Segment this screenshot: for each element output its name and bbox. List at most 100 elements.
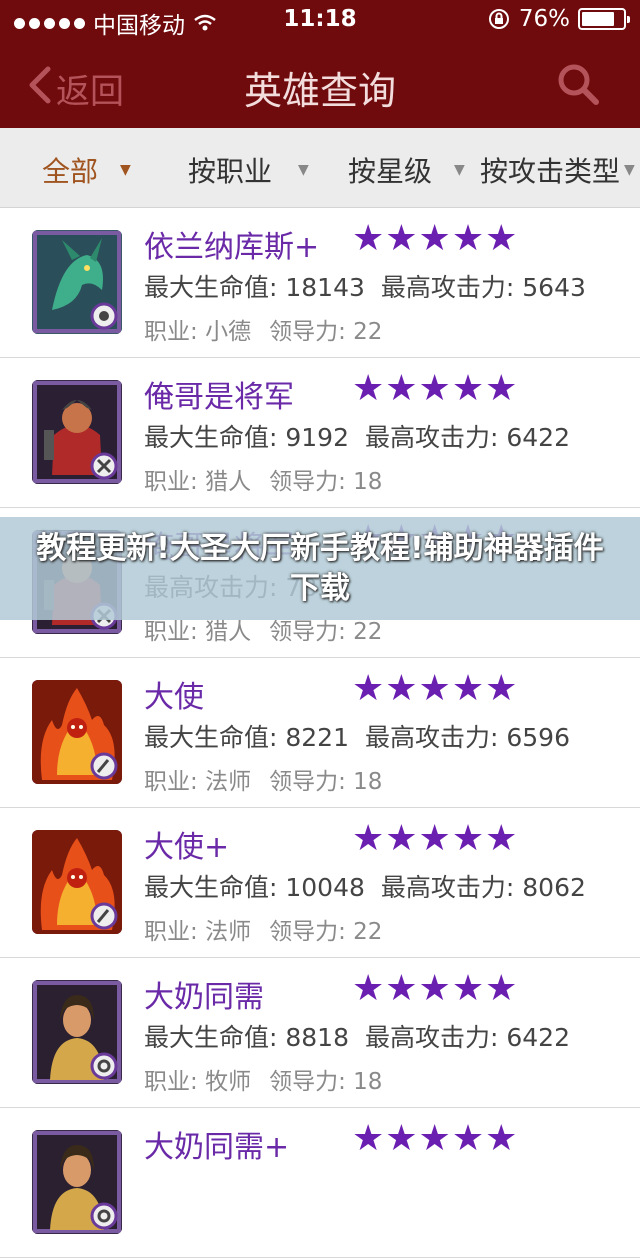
job-label: 职业: (144, 919, 206, 945)
caret-down-icon: ▼ (624, 162, 635, 178)
hero-avatar (32, 680, 122, 784)
hp-label: 最大生命值: (144, 423, 286, 452)
hero-stats: 最大生命值: 10048 最高攻击力: 8062 (144, 868, 586, 904)
filter-label: 按星级 (348, 155, 433, 188)
atk-label: 最高攻击力: (380, 273, 523, 302)
hp-value: 8818 (285, 1023, 349, 1052)
status-bar: 中国移动 11:18 76% (0, 0, 640, 40)
lead-value: 18 (353, 769, 383, 795)
hero-name: 大使 (144, 680, 204, 715)
filter-bar: 全部 ▼ 按职业 ▼ 按星级 ▼ 按攻击类型 ▼ (0, 128, 640, 208)
hp-value: 18143 (285, 273, 365, 302)
atk-value: 6422 (506, 423, 570, 452)
overlay-banner[interactable]: 教程更新!大圣大厅新手教程!辅助神器插件下载 (0, 517, 640, 620)
hero-row[interactable]: 大使+ ★★★★★ 最大生命值: 10048 最高攻击力: 8062 职业: 法师 领导力… (0, 808, 640, 958)
star-rating: ★★★★★ (352, 368, 519, 409)
job-label: 职业: (144, 769, 206, 795)
hero-row[interactable]: 大奶同需 ★★★★★ 最大生命值: 8818 最高攻击力: 6422 职业: 牧师 领导力… (0, 958, 640, 1108)
job-value: 牧师 (205, 1069, 252, 1095)
hero-list: 依兰纳库斯+ ★★★★★ 最大生命值: 18143 最高攻击力: 5643 职业: 小德… (0, 208, 640, 1258)
hp-value: 9192 (285, 423, 349, 452)
hp-value: 8221 (285, 723, 349, 752)
star-rating: ★★★★★ (352, 218, 519, 259)
banner-text: 教程更新!大圣大厅新手教程!辅助神器插件下载 (36, 531, 604, 606)
hero-meta: 职业: 猎人 领导力: 18 (144, 462, 382, 496)
hero-avatar (32, 830, 122, 934)
star-rating: ★★★★★ (352, 668, 519, 709)
job-value: 法师 (205, 769, 252, 795)
atk-value: 5643 (522, 273, 586, 302)
job-label: 职业: (144, 619, 206, 645)
star-rating: ★★★★★ (352, 1118, 519, 1159)
page-title: 英雄查询 (243, 69, 396, 113)
hero-meta: 职业: 小德 领导力: 22 (144, 312, 382, 346)
job-label: 职业: (144, 1069, 206, 1095)
filter-by-class[interactable]: 按职业 ▼ (188, 150, 309, 190)
filter-label: 按职业 (188, 155, 273, 188)
hero-avatar (32, 980, 122, 1084)
search-button[interactable] (556, 62, 600, 106)
nav-bar: 返回 英雄查询 (0, 40, 640, 128)
hero-meta: 职业: 法师 领导力: 22 (144, 912, 382, 946)
hero-avatar (32, 380, 122, 484)
hero-row[interactable]: 依兰纳库斯+ ★★★★★ 最大生命值: 18143 最高攻击力: 5643 职业: 小德… (0, 208, 640, 358)
atk-label: 最高攻击力: (380, 873, 523, 902)
hero-row[interactable]: 大奶同需+ ★★★★★ (0, 1108, 640, 1258)
job-label: 职业: (144, 319, 206, 345)
battery-percent: 76% (518, 6, 570, 32)
hero-avatar (32, 1130, 122, 1234)
filter-label: 按攻击类型 (480, 155, 621, 188)
hero-stats: 最大生命值: 9192 最高攻击力: 6422 (144, 418, 570, 454)
job-value: 猎人 (205, 619, 252, 645)
lead-label: 领导力: (269, 469, 354, 495)
filter-all[interactable]: 全部 ▼ (42, 150, 131, 190)
hero-avatar (32, 230, 122, 334)
atk-value: 6422 (506, 1023, 570, 1052)
filter-by-attack-type[interactable]: 按攻击类型 ▼ (480, 150, 635, 190)
lead-label: 领导力: (269, 319, 354, 345)
lead-label: 领导力: (269, 919, 354, 945)
hero-row[interactable]: 俺哥是将军 ★★★★★ 最大生命值: 9192 最高攻击力: 6422 职业: 猎人 领导… (0, 358, 640, 508)
hero-name: 俺哥是将军 (144, 380, 294, 415)
hero-name: 大奶同需+ (144, 1130, 290, 1165)
atk-value: 6596 (506, 723, 570, 752)
hero-stats: 最大生命值: 18143 最高攻击力: 5643 (144, 268, 586, 304)
lead-value: 22 (353, 619, 383, 645)
status-right: 76% (487, 6, 630, 32)
star-rating: ★★★★★ (352, 968, 519, 1009)
hp-value: 10048 (285, 873, 365, 902)
hero-meta: 职业: 牧师 领导力: 18 (144, 1062, 382, 1096)
lead-label: 领导力: (269, 769, 354, 795)
lead-value: 18 (353, 469, 383, 495)
hero-name: 依兰纳库斯+ (144, 230, 320, 265)
caret-down-icon: ▼ (298, 162, 309, 178)
job-value: 法师 (205, 919, 252, 945)
hero-name: 大奶同需 (144, 980, 264, 1015)
atk-label: 最高攻击力: (365, 723, 507, 752)
hp-label: 最大生命值: (144, 1023, 286, 1052)
caret-down-icon: ▼ (120, 162, 131, 178)
job-value: 小德 (205, 319, 252, 345)
atk-label: 最高攻击力: (365, 1023, 507, 1052)
filter-by-star[interactable]: 按星级 ▼ (348, 150, 465, 190)
job-label: 职业: (144, 469, 206, 495)
top-bar: 中国移动 11:18 76% 返回 英雄查询 (0, 0, 640, 128)
lead-label: 领导力: (269, 619, 354, 645)
rotation-lock-icon (488, 9, 509, 29)
search-icon (558, 64, 599, 105)
battery-icon (578, 8, 630, 30)
hero-meta: 职业: 法师 领导力: 18 (144, 762, 382, 796)
filter-label: 全部 (42, 155, 99, 188)
hero-stats: 最大生命值: 8221 最高攻击力: 6596 (144, 718, 570, 754)
hp-label: 最大生命值: (144, 723, 286, 752)
lead-value: 22 (353, 319, 383, 345)
lead-value: 18 (353, 1069, 383, 1095)
hero-name: 大使+ (144, 830, 230, 865)
star-rating: ★★★★★ (352, 818, 519, 859)
hp-label: 最大生命值: (144, 873, 286, 902)
hero-stats: 最大生命值: 8818 最高攻击力: 6422 (144, 1018, 570, 1054)
caret-down-icon: ▼ (454, 162, 465, 178)
lead-label: 领导力: (269, 1069, 354, 1095)
hero-row[interactable]: 大使 ★★★★★ 最大生命值: 8221 最高攻击力: 6596 职业: 法师 领导力: … (0, 658, 640, 808)
job-value: 猎人 (205, 469, 252, 495)
